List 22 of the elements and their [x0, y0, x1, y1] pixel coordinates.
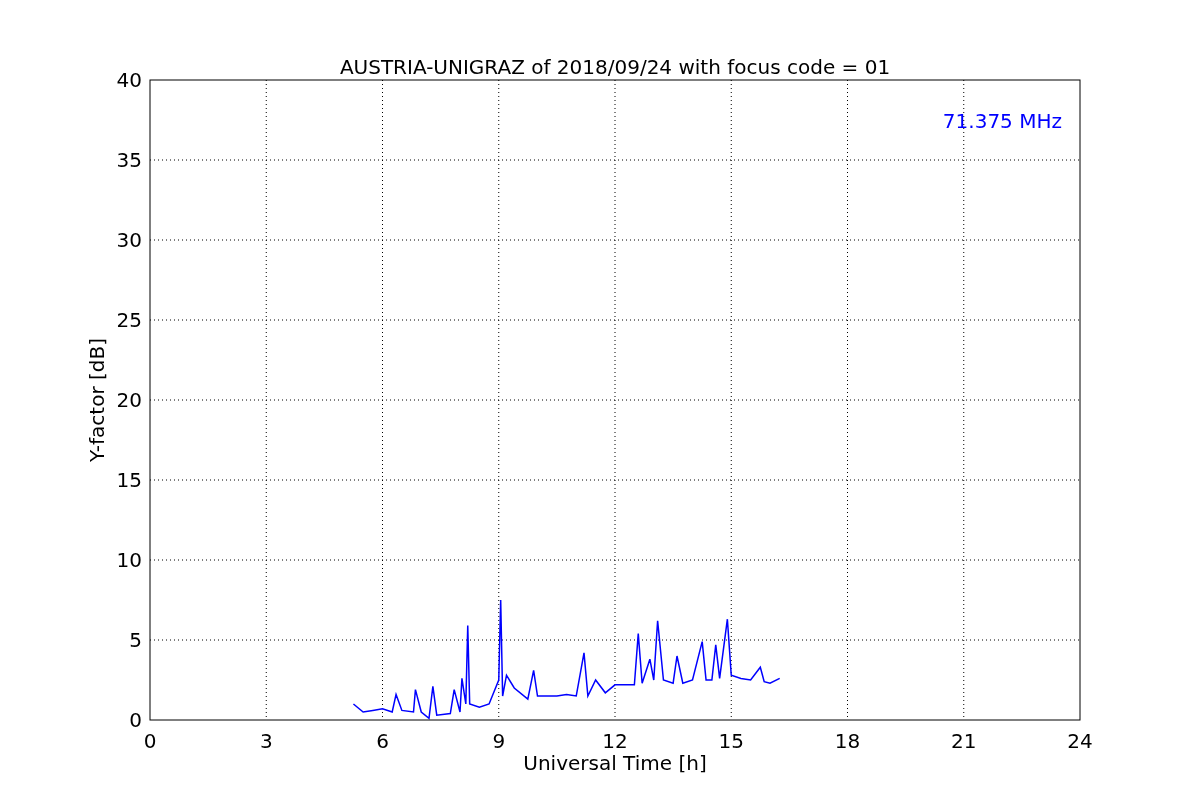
x-tick-label: 12	[602, 729, 628, 753]
y-tick-label: 35	[116, 148, 142, 172]
y-tick-label: 30	[116, 228, 142, 252]
x-tick-label: 24	[1067, 729, 1093, 753]
y-tick-label: 40	[116, 68, 142, 92]
x-tick-label: 9	[492, 729, 506, 753]
y-axis-label: Y-factor [dB]	[85, 338, 109, 462]
x-tick-label: 18	[834, 729, 861, 753]
x-axis-label: Universal Time [h]	[523, 751, 707, 775]
y-tick-label: 5	[129, 628, 142, 652]
x-tick-label: 21	[951, 729, 977, 753]
x-tick-label: 3	[259, 729, 273, 753]
y-tick-label: 20	[116, 388, 142, 412]
y-tick-label: 15	[116, 468, 142, 492]
chart-title: AUSTRIA-UNIGRAZ of 2018/09/24 with focus code = 01	[339, 55, 891, 79]
x-tick-label: 15	[718, 729, 744, 753]
y-tick-label: 10	[116, 548, 142, 572]
x-tick-label: 6	[376, 729, 389, 753]
frequency-label: 71.375 MHz	[942, 109, 1062, 133]
y-tick-label: 0	[129, 708, 142, 732]
y-tick-label: 25	[116, 308, 142, 332]
x-tick-label: 0	[143, 729, 157, 753]
